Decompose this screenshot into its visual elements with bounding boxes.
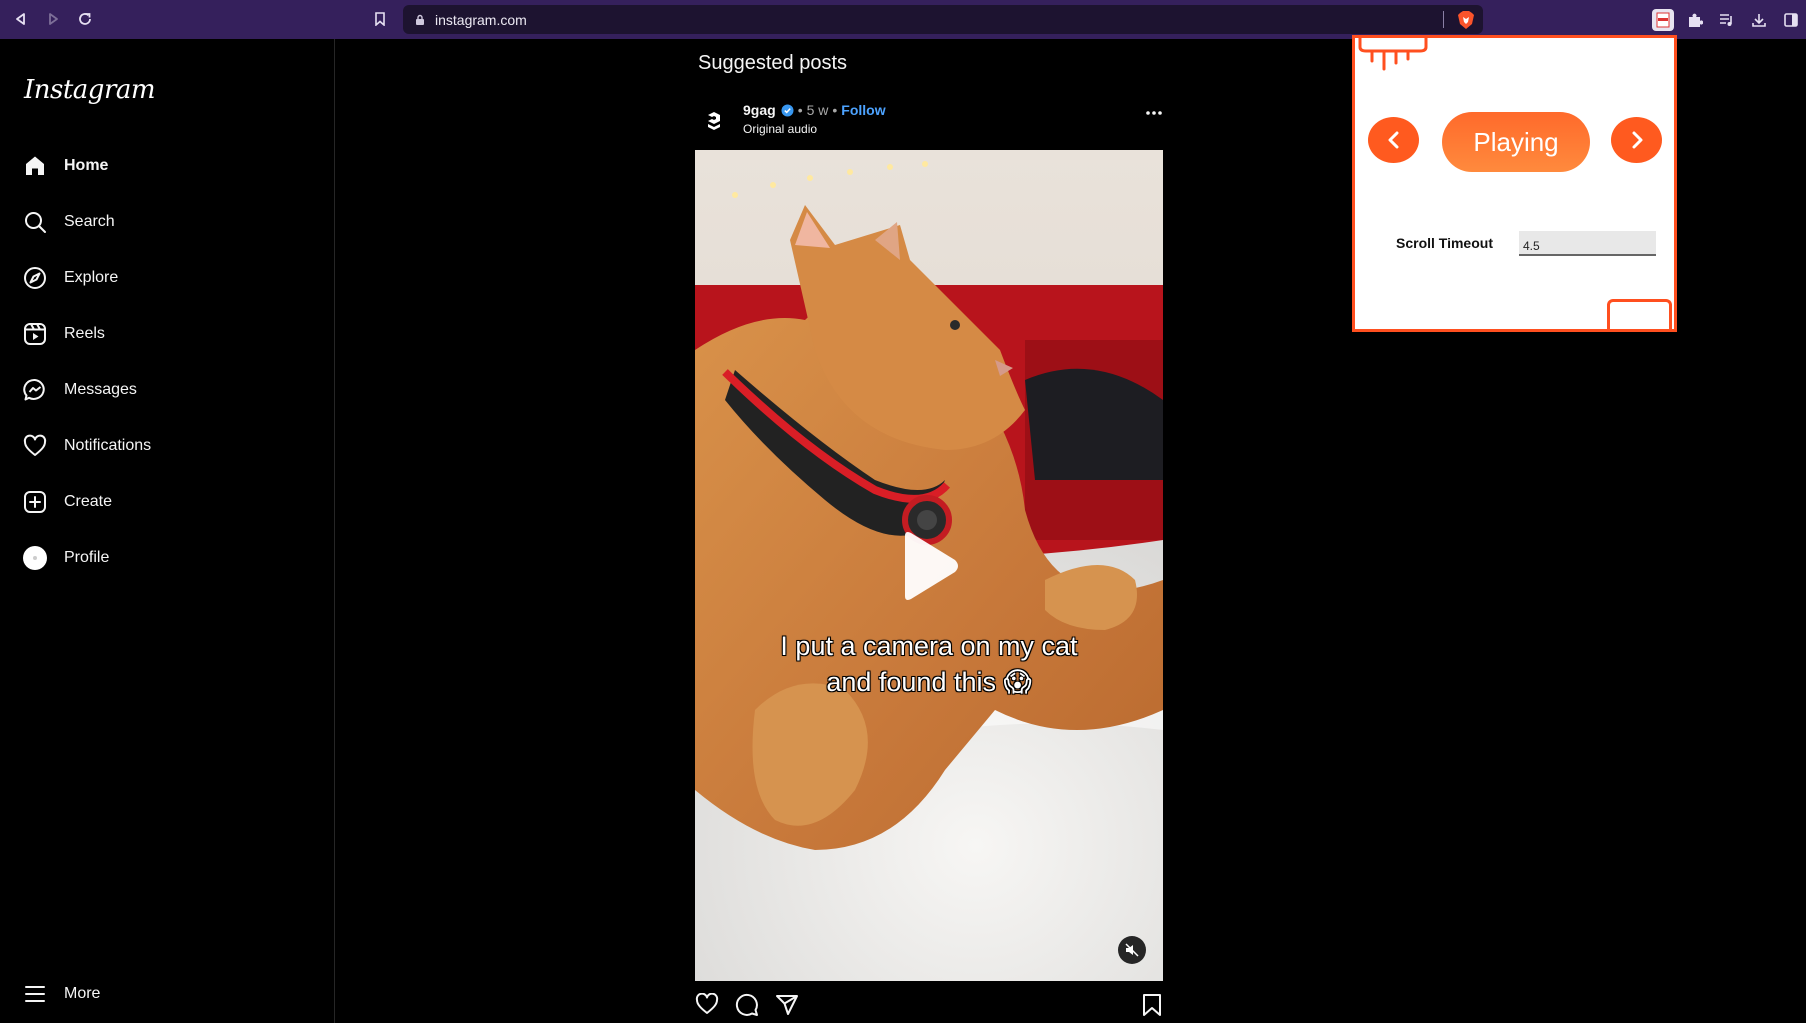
separator: •: [797, 102, 803, 118]
sidebar-item-label: Search: [64, 213, 115, 230]
puzzle-icon[interactable]: [1684, 9, 1706, 31]
playing-toggle-button[interactable]: Playing: [1442, 112, 1590, 172]
share-send-icon[interactable]: [775, 993, 799, 1017]
autoscroll-extension-popup: Playing Scroll Timeout: [1352, 35, 1677, 332]
extension-active-icon[interactable]: [1652, 9, 1674, 31]
account-name[interactable]: 9gag: [743, 102, 776, 118]
more-options-icon[interactable]: [1145, 110, 1163, 116]
post-header: 9gag • 5 w • Follow Original audio: [695, 98, 1163, 142]
sidebar-item-home[interactable]: Home: [22, 148, 312, 184]
instagram-logo[interactable]: Instagram: [24, 75, 156, 105]
sidebar-item-label: Notifications: [64, 437, 152, 454]
scroll-timeout-input[interactable]: [1519, 231, 1656, 256]
drag-handle-icon[interactable]: [1358, 35, 1428, 75]
post-actions: [695, 993, 1163, 1021]
search-icon: [22, 209, 48, 235]
back-icon[interactable]: [11, 9, 31, 29]
forward-icon[interactable]: [43, 9, 63, 29]
scroll-timeout-label: Scroll Timeout: [1396, 235, 1493, 251]
home-icon: [22, 153, 48, 179]
sidebar-item-messages[interactable]: Messages: [22, 372, 312, 408]
sidebar-item-notifications[interactable]: Notifications: [22, 428, 312, 464]
divider: [1443, 11, 1444, 28]
sidebar-item-label: Create: [64, 493, 113, 510]
sidebar-item-reels[interactable]: Reels: [22, 316, 312, 352]
sidebar-icon[interactable]: [1780, 9, 1802, 31]
follow-button[interactable]: Follow: [841, 102, 885, 118]
profile-avatar: [22, 545, 48, 571]
url-text: instagram.com: [435, 11, 527, 28]
lock-icon: [415, 14, 425, 26]
post-time[interactable]: 5 w: [807, 102, 829, 118]
sidebar-item-label: More: [64, 985, 101, 1002]
instagram-sidebar: Instagram Home Search Explore Reels Mess…: [0, 39, 335, 1023]
avatar[interactable]: [695, 102, 733, 140]
sidebar-item-label: Profile: [64, 549, 110, 566]
resize-tab[interactable]: [1607, 299, 1672, 332]
chevron-left-icon: [1388, 131, 1398, 149]
sidebar-item-label: Home: [64, 157, 109, 174]
caption-line: I put a camera on my cat: [780, 631, 1078, 661]
address-bar[interactable]: instagram.com: [403, 5, 1483, 34]
post-video[interactable]: I put a camera on my cat and found this …: [695, 150, 1163, 981]
compass-icon: [22, 265, 48, 291]
browser-toolbar: instagram.com: [0, 0, 1806, 39]
feed-title: Suggested posts: [698, 52, 847, 74]
save-bookmark-icon[interactable]: [1142, 993, 1162, 1017]
messenger-icon: [22, 377, 48, 403]
bookmark-icon[interactable]: [370, 9, 390, 29]
verified-badge-icon: [781, 104, 794, 117]
muted-speaker-icon[interactable]: [1118, 936, 1146, 964]
plus-square-icon: [22, 489, 48, 515]
previous-post-button[interactable]: [1368, 117, 1419, 163]
sidebar-item-explore[interactable]: Explore: [22, 260, 312, 296]
audio-label[interactable]: Original audio: [743, 122, 817, 136]
caption-line: and found this 😱: [826, 667, 1032, 697]
sidebar-item-search[interactable]: Search: [22, 204, 312, 240]
next-post-button[interactable]: [1611, 117, 1662, 163]
hamburger-menu-icon: [22, 981, 48, 1007]
reels-icon: [22, 321, 48, 347]
playlist-icon[interactable]: [1716, 9, 1738, 31]
like-heart-icon[interactable]: [695, 993, 719, 1015]
play-icon[interactable]: [897, 530, 961, 602]
post-account-line: 9gag • 5 w • Follow: [743, 102, 886, 118]
sidebar-item-profile[interactable]: Profile: [22, 540, 312, 576]
video-caption: I put a camera on my cat and found this …: [695, 628, 1163, 700]
sidebar-item-label: Explore: [64, 269, 119, 286]
heart-icon: [22, 433, 48, 459]
sidebar-item-create[interactable]: Create: [22, 484, 312, 520]
sidebar-item-more[interactable]: More: [22, 976, 312, 1012]
brave-shield-icon[interactable]: [1457, 10, 1475, 30]
comment-icon[interactable]: [735, 993, 759, 1017]
reload-icon[interactable]: [75, 9, 95, 29]
separator: •: [832, 102, 838, 118]
sidebar-item-label: Messages: [64, 381, 137, 398]
sidebar-item-label: Reels: [64, 325, 105, 342]
chevron-right-icon: [1632, 131, 1642, 149]
download-icon[interactable]: [1748, 9, 1770, 31]
